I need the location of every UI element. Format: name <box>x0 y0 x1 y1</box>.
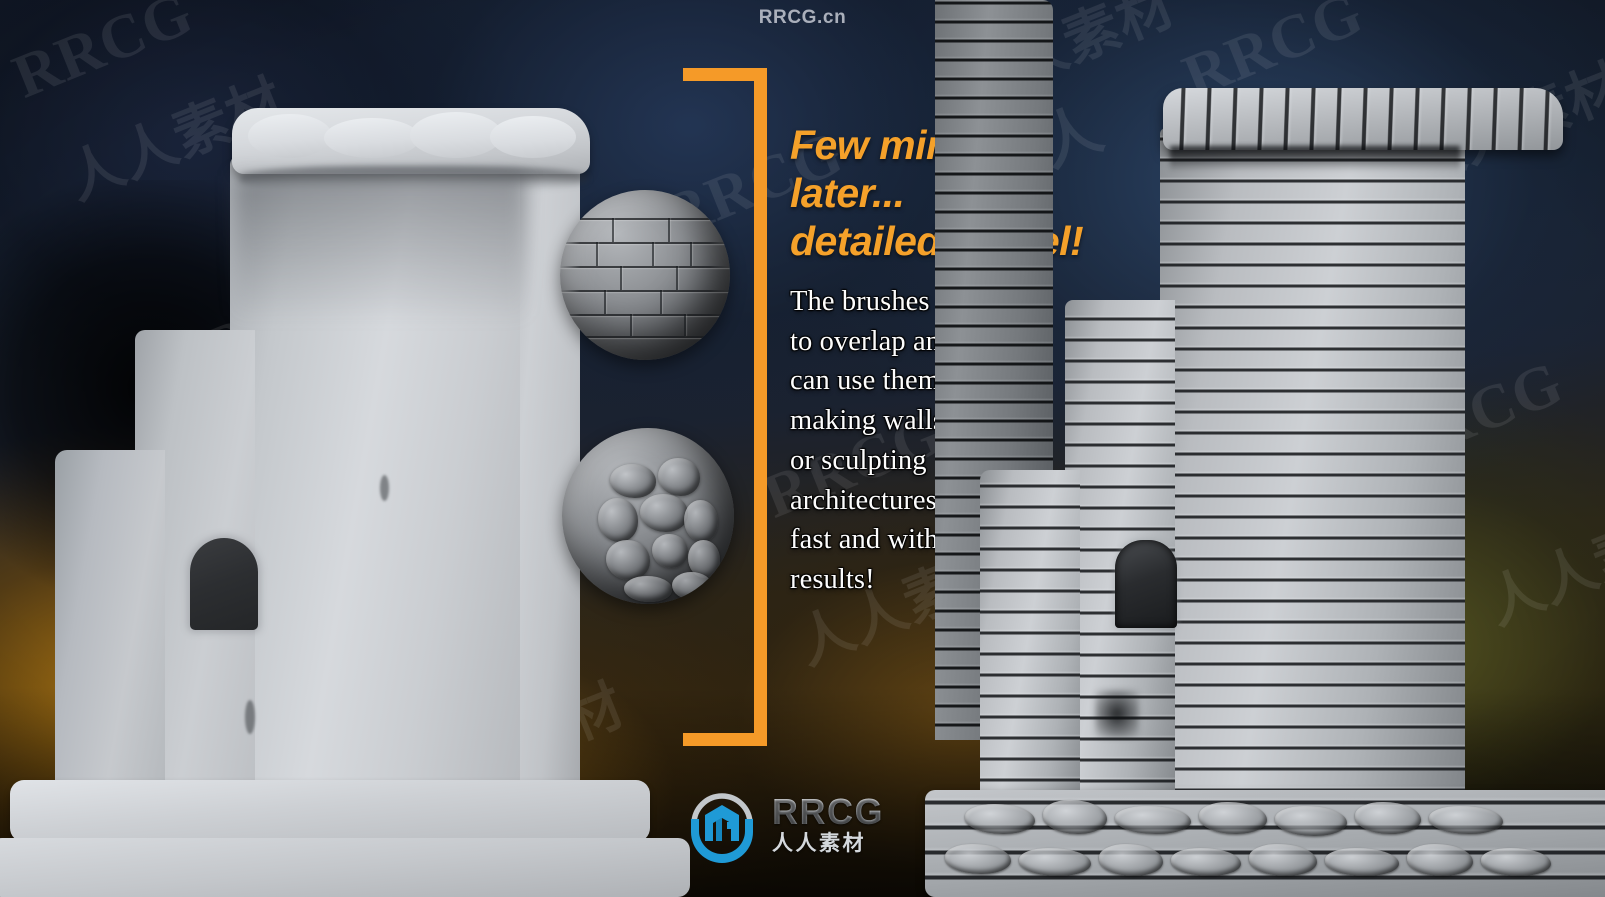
clay-top-shading <box>235 176 525 316</box>
window-opening-icon <box>190 538 258 630</box>
clay-base-slab-lower <box>0 838 690 897</box>
rrcg-logo[interactable]: RRCG 人人素材 <box>683 780 898 868</box>
rrcg-shield-icon <box>683 785 761 863</box>
cobblestone-brush-preview <box>562 428 734 604</box>
rrcg-subtitle: 人人素材 <box>772 831 866 855</box>
detailed-stone-wall-sculpt <box>925 0 1605 897</box>
stone-tall-block <box>1160 128 1465 828</box>
clay-top-cap <box>232 108 590 174</box>
stone-base-slab <box>925 790 1605 897</box>
stone-top-cap <box>1163 88 1563 150</box>
clay-crack <box>245 700 255 734</box>
stone-smudge <box>1095 690 1139 738</box>
stone-cap-shadow <box>1170 146 1460 172</box>
site-watermark-label: RRCG.cn <box>758 7 847 28</box>
promo-banner: RRCG人人素材RRCG人人素材RRCG人人素材RRCG人人素材人人RRCG人人… <box>0 0 1605 897</box>
brick-wall-brush-preview <box>560 190 730 360</box>
rrcg-wordmark: RRCG <box>772 791 884 832</box>
window-opening-icon <box>1115 540 1177 628</box>
rrcg-logo-text: RRCG 人人素材 <box>772 794 884 854</box>
clay-base-slab-upper <box>10 780 650 842</box>
clay-crack <box>380 475 389 501</box>
